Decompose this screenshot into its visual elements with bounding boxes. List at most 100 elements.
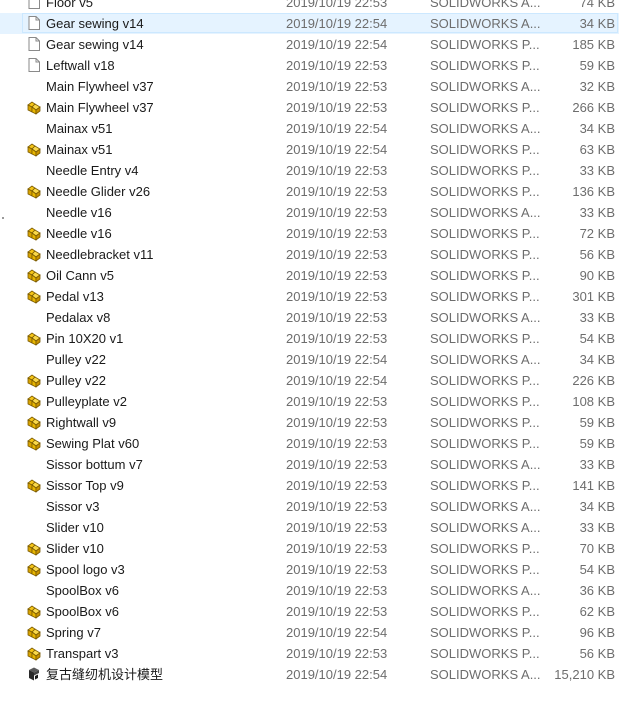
file-name: Pin 10X20 v1 bbox=[46, 331, 124, 346]
file-row[interactable]: Main Flywheel v37 2019/10/19 22:53 SOLIDWO… bbox=[0, 97, 619, 118]
file-row[interactable]: Floor v5 2019/10/19 22:53 SOLIDWORKS A... 7… bbox=[0, 0, 619, 13]
file-date-modified: 2019/10/19 22:53 bbox=[286, 457, 388, 472]
file-row[interactable]: 复古缝纫机设计模型 2019/10/19 22:54 SOLIDWORKS A...… bbox=[0, 664, 619, 685]
solidworks-part-icon bbox=[26, 141, 42, 157]
file-row[interactable]: Sissor v3 2019/10/19 22:53 SOLIDWORKS A...… bbox=[0, 496, 619, 517]
file-row[interactable]: Pulley v22 2019/10/19 22:54 SOLIDWORKS P..… bbox=[0, 370, 619, 391]
file-name: Mainax v51 bbox=[46, 142, 113, 157]
file-size: 70 KB bbox=[579, 541, 615, 556]
file-date-modified: 2019/10/19 22:53 bbox=[286, 205, 388, 220]
file-type: SOLIDWORKS A... bbox=[430, 121, 540, 136]
file-date-modified: 2019/10/19 22:53 bbox=[286, 562, 388, 577]
file-date-modified: 2019/10/19 22:53 bbox=[286, 226, 388, 241]
file-size: 33 KB bbox=[579, 457, 615, 472]
file-date-modified: 2019/10/19 22:53 bbox=[286, 436, 388, 451]
file-date-modified: 2019/10/19 22:53 bbox=[286, 415, 388, 430]
file-type: SOLIDWORKS P... bbox=[430, 373, 540, 388]
file-row[interactable]: Spring v7 2019/10/19 22:54 SOLIDWORKS P...… bbox=[0, 622, 619, 643]
file-date-modified: 2019/10/19 22:53 bbox=[286, 100, 388, 115]
file-type: SOLIDWORKS A... bbox=[430, 583, 540, 598]
file-size: 63 KB bbox=[579, 142, 615, 157]
file-name: Mainax v51 bbox=[46, 121, 113, 136]
file-row[interactable]: Needle Glider v26 2019/10/19 22:53 SOLIDWO… bbox=[0, 181, 619, 202]
solidworks-part-icon bbox=[26, 540, 42, 556]
file-date-modified: 2019/10/19 22:53 bbox=[286, 163, 388, 178]
file-row[interactable]: SpoolBox v6 2019/10/19 22:53 SOLIDWORKS P.… bbox=[0, 601, 619, 622]
file-row[interactable]: Pulley v22 2019/10/19 22:54 SOLIDWORKS A..… bbox=[0, 349, 619, 370]
file-size: 136 KB bbox=[572, 184, 615, 199]
file-size: 59 KB bbox=[579, 436, 615, 451]
file-date-modified: 2019/10/19 22:53 bbox=[286, 0, 388, 10]
file-type: SOLIDWORKS A... bbox=[430, 16, 540, 31]
solidworks-part-icon bbox=[26, 330, 42, 346]
file-row[interactable]: Rightwall v9 2019/10/19 22:53 SOLIDWORKS P… bbox=[0, 412, 619, 433]
file-date-modified: 2019/10/19 22:53 bbox=[286, 499, 388, 514]
file-type: SOLIDWORKS A... bbox=[430, 520, 540, 535]
file-type: SOLIDWORKS P... bbox=[430, 268, 540, 283]
file-name: Sewing Plat v60 bbox=[46, 436, 140, 451]
file-row[interactable]: Mainax v51 2019/10/19 22:54 SOLIDWORKS P..… bbox=[0, 139, 619, 160]
file-row[interactable]: Sewing Plat v60 2019/10/19 22:53 SOLIDWORK… bbox=[0, 433, 619, 454]
file-row[interactable]: Gear sewing v14 2019/10/19 22:54 SOLIDWORK… bbox=[0, 34, 619, 55]
file-row[interactable]: Pin 10X20 v1 2019/10/19 22:53 SOLIDWORKS P… bbox=[0, 328, 619, 349]
file-row[interactable]: Slider v10 2019/10/19 22:53 SOLIDWORKS P..… bbox=[0, 538, 619, 559]
file-row[interactable]: Pedalax v8 2019/10/19 22:53 SOLIDWORKS A..… bbox=[0, 307, 619, 328]
solidworks-part-icon bbox=[26, 561, 42, 577]
file-size: 54 KB bbox=[579, 331, 615, 346]
file-row[interactable]: Needle v16 2019/10/19 22:53 SOLIDWORKS A..… bbox=[0, 202, 619, 223]
file-row[interactable]: Gear sewing v14 2019/10/19 22:54 SOLIDWORK… bbox=[0, 13, 619, 34]
solidworks-part-icon bbox=[26, 435, 42, 451]
file-row[interactable]: Slider v10 2019/10/19 22:53 SOLIDWORKS A..… bbox=[0, 517, 619, 538]
file-name: Leftwall v18 bbox=[46, 58, 115, 73]
file-row[interactable]: Needle Entry v4 2019/10/19 22:53 SOLIDWORK… bbox=[0, 160, 619, 181]
file-row[interactable]: Sissor bottum v7 2019/10/19 22:53 SOLIDWOR… bbox=[0, 454, 619, 475]
file-row[interactable]: Needlebracket v11 2019/10/19 22:53 SOLIDWO… bbox=[0, 244, 619, 265]
document-icon bbox=[26, 0, 42, 10]
file-row[interactable]: Sissor Top v9 2019/10/19 22:53 SOLIDWORKS … bbox=[0, 475, 619, 496]
file-size: 226 KB bbox=[572, 373, 615, 388]
file-name: Gear sewing v14 bbox=[46, 37, 144, 52]
file-row[interactable]: Pulleyplate v2 2019/10/19 22:53 SOLIDWORKS… bbox=[0, 391, 619, 412]
document-icon bbox=[26, 36, 42, 52]
file-type: SOLIDWORKS A... bbox=[430, 79, 540, 94]
document-icon bbox=[26, 15, 42, 31]
file-row[interactable]: SpoolBox v6 2019/10/19 22:53 SOLIDWORKS A.… bbox=[0, 580, 619, 601]
file-type: SOLIDWORKS P... bbox=[430, 100, 540, 115]
file-name: Sissor Top v9 bbox=[46, 478, 124, 493]
file-row[interactable]: Leftwall v18 2019/10/19 22:53 SOLIDWORKS P… bbox=[0, 55, 619, 76]
file-type: SOLIDWORKS P... bbox=[430, 142, 540, 157]
solidworks-part-icon bbox=[26, 267, 42, 283]
file-date-modified: 2019/10/19 22:53 bbox=[286, 583, 388, 598]
file-size: 34 KB bbox=[579, 16, 615, 31]
file-type: SOLIDWORKS P... bbox=[430, 415, 540, 430]
file-type: SOLIDWORKS P... bbox=[430, 58, 540, 73]
file-name: Main Flywheel v37 bbox=[46, 100, 154, 115]
file-row[interactable]: Transpart v3 2019/10/19 22:53 SOLIDWORKS P… bbox=[0, 643, 619, 664]
file-row[interactable]: Pedal v13 2019/10/19 22:53 SOLIDWORKS P...… bbox=[0, 286, 619, 307]
file-name: Needle Entry v4 bbox=[46, 163, 139, 178]
file-row[interactable]: Oil Cann v5 2019/10/19 22:53 SOLIDWORKS P.… bbox=[0, 265, 619, 286]
solidworks-assembly-icon bbox=[26, 666, 42, 682]
file-date-modified: 2019/10/19 22:53 bbox=[286, 268, 388, 283]
file-row[interactable]: Mainax v51 2019/10/19 22:54 SOLIDWORKS A..… bbox=[0, 118, 619, 139]
file-date-modified: 2019/10/19 22:53 bbox=[286, 478, 388, 493]
file-name: Pulley v22 bbox=[46, 373, 106, 388]
file-type: SOLIDWORKS A... bbox=[430, 0, 540, 10]
file-row[interactable]: Main Flywheel v37 2019/10/19 22:53 SOLIDWO… bbox=[0, 76, 619, 97]
file-date-modified: 2019/10/19 22:53 bbox=[286, 184, 388, 199]
file-list: Floor v5 2019/10/19 22:53 SOLIDWORKS A... 7… bbox=[0, 0, 619, 685]
file-size: 15,210 KB bbox=[554, 667, 615, 682]
document-icon bbox=[26, 57, 42, 73]
file-type: SOLIDWORKS P... bbox=[430, 562, 540, 577]
file-row[interactable]: Spool logo v3 2019/10/19 22:53 SOLIDWORKS … bbox=[0, 559, 619, 580]
file-row[interactable]: Needle v16 2019/10/19 22:53 SOLIDWORKS P..… bbox=[0, 223, 619, 244]
file-date-modified: 2019/10/19 22:54 bbox=[286, 16, 388, 31]
file-name: Gear sewing v14 bbox=[46, 16, 144, 31]
file-type: SOLIDWORKS P... bbox=[430, 289, 540, 304]
file-size: 141 KB bbox=[572, 478, 615, 493]
file-size: 301 KB bbox=[572, 289, 615, 304]
file-name: Floor v5 bbox=[46, 0, 93, 10]
file-size: 72 KB bbox=[579, 226, 615, 241]
file-date-modified: 2019/10/19 22:53 bbox=[286, 541, 388, 556]
solidworks-part-icon bbox=[26, 603, 42, 619]
